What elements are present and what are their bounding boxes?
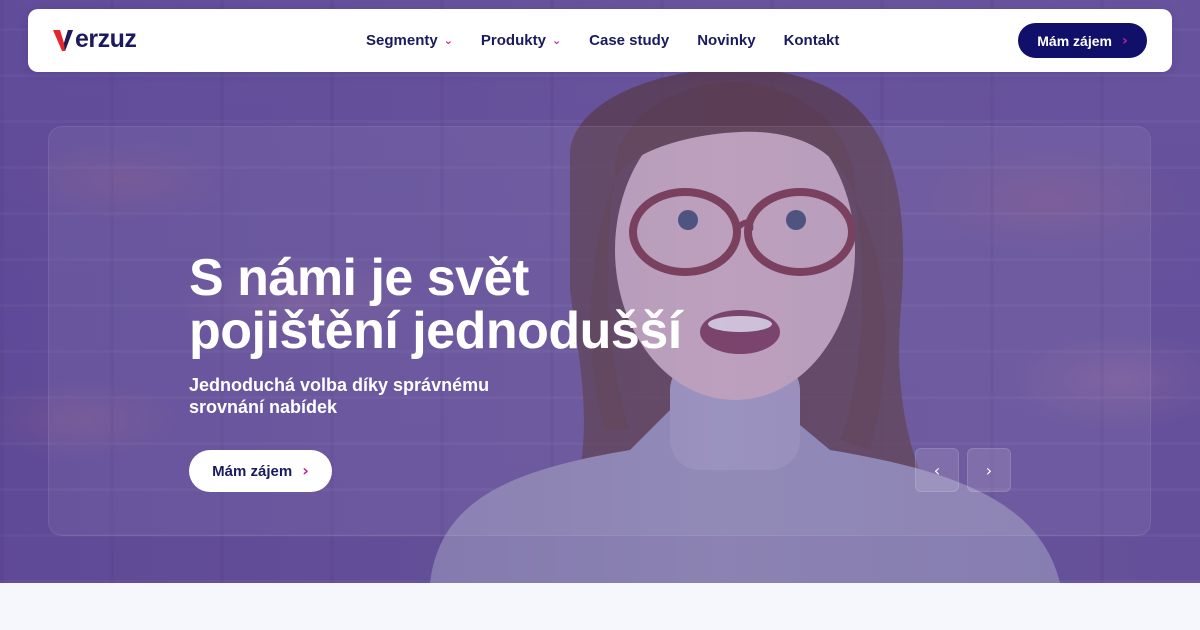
- nav-cta-label: Mám zájem: [1037, 32, 1112, 49]
- chevron-down-icon: ⌄: [551, 34, 562, 47]
- hero-subtitle: Jednoduchá volba díky správnému srovnání…: [189, 374, 509, 418]
- nav-item-label: Novinky: [697, 32, 756, 49]
- chevron-right-icon: ›: [1121, 32, 1128, 49]
- chevron-down-icon: ⌄: [443, 34, 453, 47]
- chevron-right-icon: ›: [302, 461, 309, 480]
- hero-cta-label: Mám zájem: [212, 462, 293, 480]
- nav-item-kontakt[interactable]: Kontakt: [784, 32, 840, 49]
- hero-subtitle-line2: srovnání nabídek: [189, 397, 338, 417]
- chevron-left-icon: ‹: [933, 460, 941, 480]
- nav-item-novinky[interactable]: Novinky: [697, 32, 755, 49]
- nav-item-label: Case study: [589, 32, 670, 49]
- slider-prev-button[interactable]: ‹: [915, 448, 959, 492]
- nav-item-label: Produkty: [480, 32, 546, 49]
- hero-section: S námi je svět pojištění jednodušší Jedn…: [0, 0, 1200, 583]
- nav-item-segmenty[interactable]: Segmenty ⌄: [366, 32, 453, 49]
- slider-next-button[interactable]: ›: [967, 448, 1011, 492]
- chevron-right-icon: ›: [985, 460, 993, 480]
- nav-item-case-study[interactable]: Case study: [589, 32, 669, 49]
- hero-title-line2: pojištění jednodušší: [189, 302, 682, 360]
- nav-item-produkty[interactable]: Produkty ⌄: [481, 32, 561, 49]
- brand-name-rest: erzuz: [75, 25, 137, 53]
- hero-cta-button[interactable]: Mám zájem ›: [189, 450, 332, 492]
- page-content-area: [0, 583, 1200, 630]
- hero-subtitle-line1: Jednoduchá volba díky správnému: [189, 375, 490, 395]
- nav-cta-button[interactable]: Mám zájem ›: [1018, 23, 1147, 58]
- hero-title: S námi je svět pojištění jednodušší: [189, 252, 749, 358]
- nav-item-label: Segmenty: [366, 32, 438, 49]
- main-nav: Segmenty ⌄ Produkty ⌄ Case study Novinky…: [366, 9, 839, 72]
- top-navbar: erzuz Segmenty ⌄ Produkty ⌄ Case study N…: [28, 9, 1172, 72]
- hero-title-line1: S námi je svět: [189, 249, 529, 307]
- nav-item-label: Kontakt: [783, 32, 840, 49]
- logo-v-mark-icon: [53, 29, 73, 51]
- brand-logo[interactable]: erzuz: [52, 25, 137, 54]
